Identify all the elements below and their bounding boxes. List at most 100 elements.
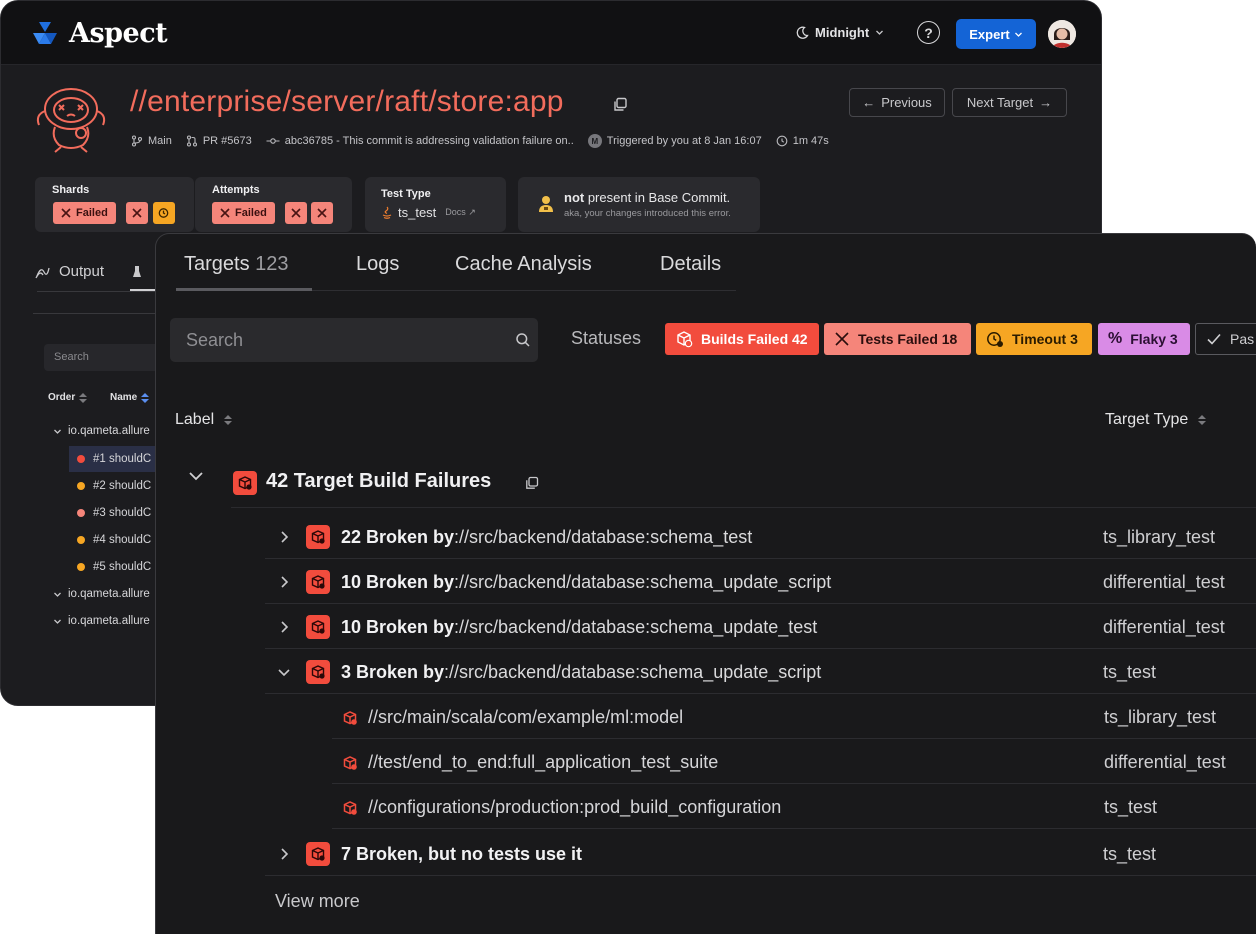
tab-targets[interactable]: Targets 123 [184,253,289,276]
attempt-failed-square[interactable] [285,202,307,224]
test-suite-row[interactable]: io.qameta.allure [53,588,150,600]
percent-icon: % [1108,330,1123,347]
test-type-label: Test Type [381,188,431,200]
divider [231,507,1256,508]
target-path: //configurations/production:prod_build_c… [368,797,782,817]
copy-icon[interactable] [525,476,539,490]
test-case-row[interactable]: #2 shouldC [69,473,159,499]
chevron-right-icon[interactable] [277,575,291,589]
order-column-header[interactable]: Order [48,392,88,403]
build-metadata-row: Main PR #5673 abc36785 - This commit is … [131,134,843,148]
chevron-right-icon[interactable] [277,530,291,544]
previous-label: Previous [881,95,932,110]
passed-filter[interactable]: Pas [1195,323,1256,355]
table-row[interactable]: 22 Broken by://src/backend/database:sche… [265,514,1256,559]
targets-search-field [170,318,538,362]
output-label: Output [59,263,105,280]
test-case-row[interactable]: #1 shouldC [69,446,159,472]
timeout-icon [987,332,1003,347]
next-target-label: Next Target [966,95,1034,110]
attempts-label: Attempts [212,184,260,196]
flask-icon[interactable] [132,265,142,279]
duration-value: 1m 47s [792,135,829,147]
theme-selector[interactable]: Midnight [795,25,884,40]
build-failures-group-toggle[interactable] [186,466,206,486]
view-more-link[interactable]: View more [275,891,360,912]
test-suite-row[interactable]: io.qameta.allure [53,425,150,437]
target-type: differential_test [1104,752,1226,772]
timeout-filter[interactable]: Timeout 3 [976,323,1092,355]
target-type-column-header[interactable]: Target Type [1105,411,1207,429]
chevron-down-icon [54,592,61,597]
tab-cache-analysis[interactable]: Cache Analysis [455,253,592,276]
builds-failed-filter[interactable]: Builds Failed 42 [665,323,819,355]
shard-failed-square[interactable] [126,202,148,224]
shard-timeout-square[interactable] [153,202,175,224]
broken-count: 10 Broken by [341,617,455,637]
table-row[interactable]: 7 Broken, but no tests use it ts_test [265,831,1256,876]
check-icon [1207,333,1221,345]
clock-icon [776,135,788,147]
table-row[interactable]: 10 Broken by://src/backend/database:sche… [265,559,1256,604]
build-failed-icon [343,756,357,770]
test-type-card: Test Type ts_test Docs ↗ [365,177,506,232]
docs-link[interactable]: Docs ↗ [445,207,476,218]
timeout-icon [158,208,169,218]
arrow-right-icon: → [1039,95,1053,110]
targets-search-input[interactable] [170,318,538,362]
branch-info: Main [131,135,172,147]
test-case-row[interactable]: #5 shouldC [69,554,159,580]
aspect-logo-icon [33,21,57,44]
tests-failed-filter[interactable]: Tests Failed 18 [824,323,971,355]
sub-target-row[interactable]: //src/main/scala/com/example/ml:model ts… [332,694,1256,739]
x-icon [291,208,301,218]
builds-failed-label: Builds Failed 42 [701,331,808,347]
user-avatar[interactable] [1048,20,1076,48]
x-icon [317,208,327,218]
sub-target-row[interactable]: //test/end_to_end:full_application_test_… [332,739,1256,784]
aspect-logo[interactable]: Aspect [29,18,168,49]
docs-label: Docs [445,207,466,217]
group-title: 42 Target Build Failures [266,470,492,492]
flaky-filter[interactable]: % Flaky 3 [1098,323,1190,355]
table-row[interactable]: 10 Broken by://src/backend/database:sche… [265,604,1256,649]
help-button[interactable]: ? [917,21,940,44]
next-target-button[interactable]: Next Target → [952,88,1067,117]
commit-info[interactable]: abc36785 - This commit is addressing val… [266,135,574,147]
test-case-row[interactable]: #3 shouldC [69,500,159,526]
arrow-left-icon: ← [862,95,876,110]
chevron-down-icon[interactable] [277,665,291,679]
pr-info[interactable]: PR #5673 [186,135,252,147]
tab-details[interactable]: Details [660,253,721,276]
chevron-right-icon[interactable] [277,847,291,861]
attempt-failed-square[interactable] [311,202,333,224]
tab-targets-count: 123 [255,253,289,275]
build-failed-icon [306,660,330,684]
target-path: ://src/backend/database:schema_update_sc… [444,662,822,682]
expert-mode-button[interactable]: Expert [956,19,1036,49]
x-icon [835,332,849,346]
copy-icon[interactable] [613,97,628,112]
attempts-card: Attempts Failed [195,177,352,232]
build-failed-icon [233,471,257,495]
test-case-row[interactable]: #4 shouldC [69,527,159,553]
name-column-header[interactable]: Name [110,392,150,403]
table-row[interactable]: 3 Broken by://src/backend/database:schem… [265,649,1256,694]
tab-output[interactable]: Output [35,263,104,280]
chevron-right-icon[interactable] [277,620,291,634]
test-type-value: ts_test Docs ↗ [381,205,476,220]
attempt-failed-badge[interactable]: Failed [212,202,275,224]
target-path: ://src/backend/database:schema_test [454,527,753,547]
test-suite-label: io.qameta.allure [68,588,150,600]
shard-failed-badge[interactable]: Failed [53,202,116,224]
test-suite-row[interactable]: io.qameta.allure [53,615,150,627]
previous-button[interactable]: ← Previous [849,88,945,117]
broken-count: 3 Broken by [341,662,445,682]
failed-status-dot [77,509,85,517]
tab-logs[interactable]: Logs [356,253,399,276]
chevron-down-icon [189,472,203,481]
sub-target-row[interactable]: //configurations/production:prod_build_c… [332,784,1256,829]
label-column-header[interactable]: Label [175,411,233,429]
tests-search-input[interactable]: Search [44,344,156,371]
search-icon[interactable] [515,332,531,348]
